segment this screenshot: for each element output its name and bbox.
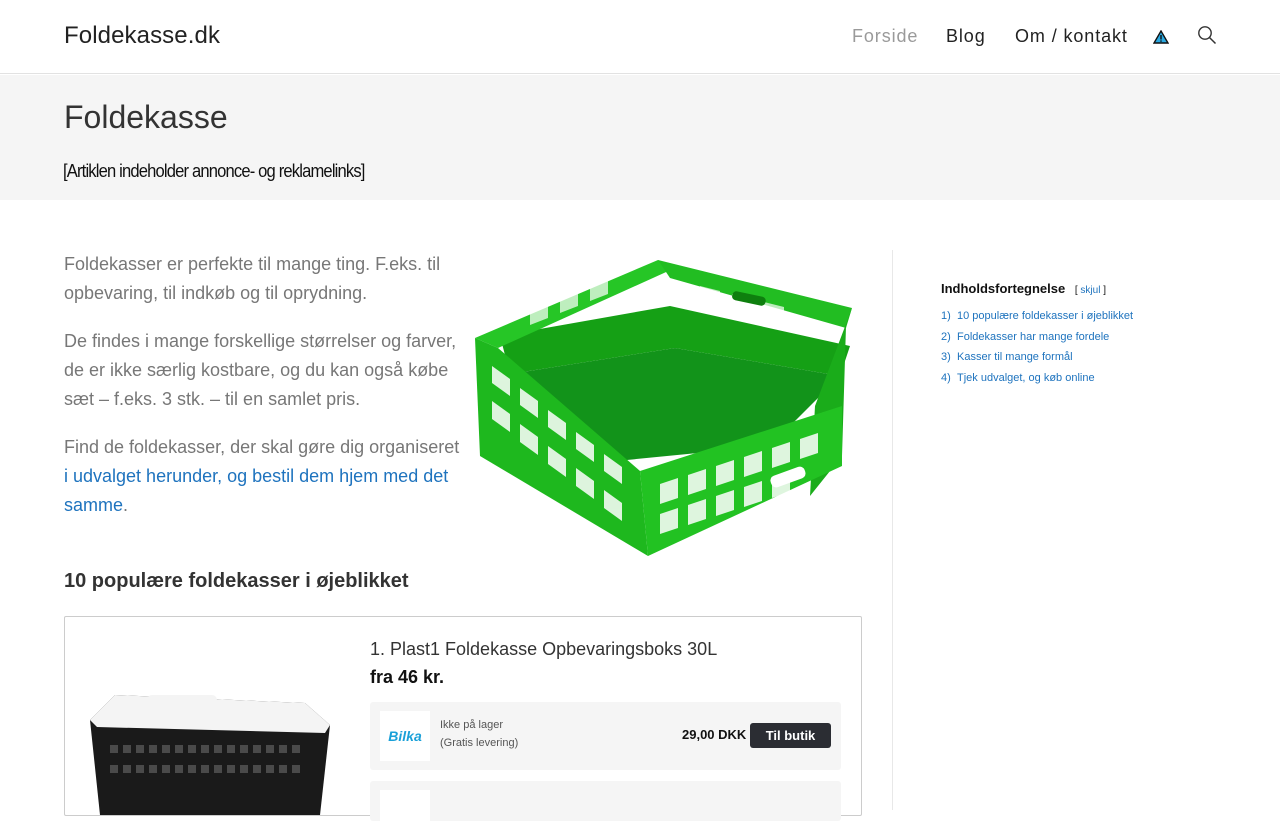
udvalget-link[interactable]: i udvalget herunder, og bestil dem hjem … (64, 466, 448, 515)
offer-shipping: (Gratis levering) (440, 737, 519, 749)
toc-item-number: 2) (941, 330, 951, 343)
intro-text: Foldekasser er perfekte til mange ting. … (64, 250, 464, 539)
toc-item[interactable]: 3) Kasser til mange formål (941, 347, 1241, 368)
toc-title: Indholdsfortegnelse (941, 281, 1066, 296)
product-title[interactable]: 1. Plast1 Foldekasse Opbevaringsboks 30L (370, 639, 717, 660)
toc-item-number: 1) (941, 310, 951, 322)
toc-header: Indholdsfortegnelse [ skjul ] (941, 281, 1241, 296)
toc-item[interactable]: 4) Tjek udvalget, og køb online (941, 368, 1241, 389)
offer-price: 29,00 DKK (682, 727, 747, 742)
nav-item-blog[interactable]: Blog (946, 26, 986, 47)
product-card: 1. Plast1 Foldekasse Opbevaringsboks 30L… (64, 616, 862, 830)
site-header: Foldekasse.dk Forside Blog Om / kontakt (0, 0, 1280, 74)
intro-paragraph-3: Find de foldekasser, der skal gøre dig o… (64, 433, 464, 520)
black-crate-image (90, 695, 330, 815)
toc-item-label[interactable]: Foldekasser har mange fordele (957, 331, 1109, 343)
toc-hide-link[interactable]: skjul (1080, 285, 1100, 296)
product-price: fra 46 kr. (370, 667, 445, 687)
toc-item-label[interactable]: 10 populære foldekasser i øjeblikket (957, 310, 1133, 322)
green-crate-image (475, 260, 852, 556)
nav-item-forside[interactable]: Forside (852, 26, 918, 47)
page-title-band: Foldekasse [Artiklen indeholder annonce-… (0, 75, 1280, 200)
til-butik-button[interactable]: Til butik (750, 723, 831, 748)
toc-item-number: 3) (941, 351, 951, 364)
toc-bracket-close: ] (1103, 285, 1106, 296)
offer-row: Bilka Ikke på lager (Gratis levering) 29… (370, 702, 841, 770)
toc-item[interactable]: 2) Foldekasser har mange fordele (941, 327, 1241, 348)
toc-bracket-open: [ (1074, 285, 1078, 296)
intro-p3-suffix: . (123, 495, 129, 515)
ad-disclaimer: [Artiklen indeholder annonce- og reklame… (63, 161, 365, 181)
section-heading-popular: 10 populære foldekasser i øjeblikket (64, 570, 409, 592)
toc-item[interactable]: 1) 10 populære foldekasser i øjeblikket (941, 306, 1241, 327)
site-logo[interactable]: Foldekasse.dk (64, 22, 220, 50)
intro-paragraph-2: De findes i mange forskellige størrelser… (64, 331, 457, 409)
offer-stock-status: Ikke på lager (440, 719, 503, 731)
intro-paragraph-1: Foldekasser er perfekte til mange ting. … (64, 254, 441, 303)
bilka-logo-text: Bilka (388, 728, 422, 744)
search-icon[interactable] (1197, 25, 1217, 45)
toc-item-number: 4) (941, 372, 951, 385)
shop-logo-bilka[interactable]: Bilka (380, 711, 430, 761)
page-title: Foldekasse (64, 99, 228, 135)
bilka-logo: Bilka (388, 728, 422, 744)
warning-triangle-icon[interactable] (1153, 30, 1169, 44)
toc-item-label[interactable]: Kasser til mange formål (957, 351, 1073, 363)
intro-p3-prefix: Find de foldekasser, der skal gøre dig o… (64, 437, 460, 457)
shop-logo-2[interactable] (380, 790, 430, 830)
toc-list: 1) 10 populære foldekasser i øjeblikket 2… (941, 306, 1241, 389)
toc-toggle: [ skjul ] (1075, 285, 1106, 296)
toc-item-label[interactable]: Tjek udvalget, og køb online (957, 372, 1095, 384)
offer-row-2 (370, 781, 841, 830)
sidebar-divider (892, 250, 893, 810)
nav-item-om-kontakt[interactable]: Om / kontakt (1015, 26, 1128, 47)
table-of-contents: Indholdsfortegnelse [ skjul ] 1) 10 popul… (941, 281, 1241, 389)
